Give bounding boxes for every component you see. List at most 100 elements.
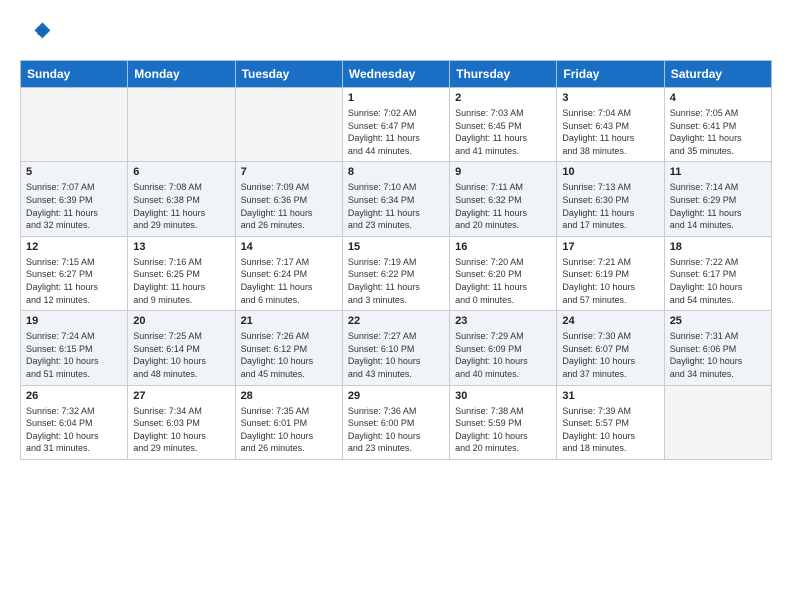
calendar-day-cell: 22 Sunrise: 7:27 AM Sunset: 6:10 PM Dayli… — [342, 311, 449, 385]
logo — [20, 16, 56, 48]
calendar-day-cell: 8 Sunrise: 7:10 AM Sunset: 6:34 PM Daylig… — [342, 162, 449, 236]
day-number: 11 — [670, 166, 766, 178]
day-number: 20 — [133, 315, 229, 327]
day-info: Sunrise: 7:24 AM Sunset: 6:15 PM Dayligh… — [26, 330, 122, 380]
day-number: 7 — [241, 166, 337, 178]
day-info: Sunrise: 7:31 AM Sunset: 6:06 PM Dayligh… — [670, 330, 766, 380]
day-number: 16 — [455, 241, 551, 253]
day-number: 26 — [26, 390, 122, 402]
calendar-day-cell: 15 Sunrise: 7:19 AM Sunset: 6:22 PM Dayli… — [342, 236, 449, 310]
day-info: Sunrise: 7:21 AM Sunset: 6:19 PM Dayligh… — [562, 256, 658, 306]
day-info: Sunrise: 7:30 AM Sunset: 6:07 PM Dayligh… — [562, 330, 658, 380]
day-info: Sunrise: 7:19 AM Sunset: 6:22 PM Dayligh… — [348, 256, 444, 306]
calendar-header-row: SundayMondayTuesdayWednesdayThursdayFrid… — [21, 61, 772, 88]
day-info: Sunrise: 7:02 AM Sunset: 6:47 PM Dayligh… — [348, 107, 444, 157]
calendar-day-cell: 17 Sunrise: 7:21 AM Sunset: 6:19 PM Dayli… — [557, 236, 664, 310]
day-number: 10 — [562, 166, 658, 178]
day-info: Sunrise: 7:26 AM Sunset: 6:12 PM Dayligh… — [241, 330, 337, 380]
day-number: 9 — [455, 166, 551, 178]
day-number: 24 — [562, 315, 658, 327]
day-info: Sunrise: 7:17 AM Sunset: 6:24 PM Dayligh… — [241, 256, 337, 306]
day-number: 31 — [562, 390, 658, 402]
day-info: Sunrise: 7:34 AM Sunset: 6:03 PM Dayligh… — [133, 405, 229, 455]
weekday-header: Friday — [557, 61, 664, 88]
day-info: Sunrise: 7:08 AM Sunset: 6:38 PM Dayligh… — [133, 181, 229, 231]
day-number: 5 — [26, 166, 122, 178]
day-number: 17 — [562, 241, 658, 253]
day-info: Sunrise: 7:03 AM Sunset: 6:45 PM Dayligh… — [455, 107, 551, 157]
calendar-table: SundayMondayTuesdayWednesdayThursdayFrid… — [20, 60, 772, 460]
calendar-day-cell: 12 Sunrise: 7:15 AM Sunset: 6:27 PM Dayli… — [21, 236, 128, 310]
day-number: 1 — [348, 92, 444, 104]
calendar-day-cell: 31 Sunrise: 7:39 AM Sunset: 5:57 PM Dayli… — [557, 385, 664, 459]
calendar-day-cell: 5 Sunrise: 7:07 AM Sunset: 6:39 PM Daylig… — [21, 162, 128, 236]
day-number: 3 — [562, 92, 658, 104]
calendar-day-cell: 21 Sunrise: 7:26 AM Sunset: 6:12 PM Dayli… — [235, 311, 342, 385]
weekday-header: Saturday — [664, 61, 771, 88]
day-info: Sunrise: 7:15 AM Sunset: 6:27 PM Dayligh… — [26, 256, 122, 306]
calendar-day-cell — [235, 88, 342, 162]
calendar-day-cell: 27Sunrise: 7:34 AM Sunset: 6:03 PM Dayli… — [128, 385, 235, 459]
day-number: 28 — [241, 390, 337, 402]
calendar-day-cell: 13Sunrise: 7:16 AM Sunset: 6:25 PM Dayli… — [128, 236, 235, 310]
day-info: Sunrise: 7:38 AM Sunset: 5:59 PM Dayligh… — [455, 405, 551, 455]
day-number: 14 — [241, 241, 337, 253]
calendar-day-cell: 2 Sunrise: 7:03 AM Sunset: 6:45 PM Daylig… — [450, 88, 557, 162]
day-number: 21 — [241, 315, 337, 327]
calendar-day-cell: 9 Sunrise: 7:11 AM Sunset: 6:32 PM Daylig… — [450, 162, 557, 236]
day-info: Sunrise: 7:14 AM Sunset: 6:29 PM Dayligh… — [670, 181, 766, 231]
weekday-header: Thursday — [450, 61, 557, 88]
day-info: Sunrise: 7:29 AM Sunset: 6:09 PM Dayligh… — [455, 330, 551, 380]
calendar-day-cell: 25 Sunrise: 7:31 AM Sunset: 6:06 PM Dayli… — [664, 311, 771, 385]
day-info: Sunrise: 7:11 AM Sunset: 6:32 PM Dayligh… — [455, 181, 551, 231]
logo-icon — [20, 16, 52, 48]
calendar-day-cell: 6 Sunrise: 7:08 AM Sunset: 6:38 PM Daylig… — [128, 162, 235, 236]
calendar-day-cell: 28Sunrise: 7:35 AM Sunset: 6:01 PM Dayli… — [235, 385, 342, 459]
calendar-day-cell: 7 Sunrise: 7:09 AM Sunset: 6:36 PM Daylig… — [235, 162, 342, 236]
day-info: Sunrise: 7:10 AM Sunset: 6:34 PM Dayligh… — [348, 181, 444, 231]
day-number: 6 — [133, 166, 229, 178]
day-info: Sunrise: 7:09 AM Sunset: 6:36 PM Dayligh… — [241, 181, 337, 231]
calendar-day-cell: 4 Sunrise: 7:05 AM Sunset: 6:41 PM Daylig… — [664, 88, 771, 162]
weekday-header: Tuesday — [235, 61, 342, 88]
day-number: 12 — [26, 241, 122, 253]
calendar-day-cell: 23 Sunrise: 7:29 AM Sunset: 6:09 PM Dayli… — [450, 311, 557, 385]
day-info: Sunrise: 7:05 AM Sunset: 6:41 PM Dayligh… — [670, 107, 766, 157]
day-number: 22 — [348, 315, 444, 327]
day-number: 2 — [455, 92, 551, 104]
header — [20, 16, 772, 48]
day-info: Sunrise: 7:39 AM Sunset: 5:57 PM Dayligh… — [562, 405, 658, 455]
calendar-day-cell: 18 Sunrise: 7:22 AM Sunset: 6:17 PM Dayli… — [664, 236, 771, 310]
day-number: 25 — [670, 315, 766, 327]
calendar-day-cell: 10 Sunrise: 7:13 AM Sunset: 6:30 PM Dayli… — [557, 162, 664, 236]
day-info: Sunrise: 7:32 AM Sunset: 6:04 PM Dayligh… — [26, 405, 122, 455]
weekday-header: Wednesday — [342, 61, 449, 88]
calendar-day-cell: 24 Sunrise: 7:30 AM Sunset: 6:07 PM Dayli… — [557, 311, 664, 385]
calendar-day-cell: 11 Sunrise: 7:14 AM Sunset: 6:29 PM Dayli… — [664, 162, 771, 236]
calendar-day-cell: 29Sunrise: 7:36 AM Sunset: 6:00 PM Dayli… — [342, 385, 449, 459]
day-number: 18 — [670, 241, 766, 253]
day-info: Sunrise: 7:16 AM Sunset: 6:25 PM Dayligh… — [133, 256, 229, 306]
day-number: 23 — [455, 315, 551, 327]
calendar-container: SundayMondayTuesdayWednesdayThursdayFrid… — [0, 0, 792, 470]
day-number: 4 — [670, 92, 766, 104]
day-number: 15 — [348, 241, 444, 253]
day-info: Sunrise: 7:27 AM Sunset: 6:10 PM Dayligh… — [348, 330, 444, 380]
day-number: 19 — [26, 315, 122, 327]
weekday-header: Monday — [128, 61, 235, 88]
calendar-day-cell — [664, 385, 771, 459]
calendar-week-row: 5 Sunrise: 7:07 AM Sunset: 6:39 PM Daylig… — [21, 162, 772, 236]
day-info: Sunrise: 7:04 AM Sunset: 6:43 PM Dayligh… — [562, 107, 658, 157]
calendar-week-row: 26 Sunrise: 7:32 AM Sunset: 6:04 PM Dayli… — [21, 385, 772, 459]
day-info: Sunrise: 7:13 AM Sunset: 6:30 PM Dayligh… — [562, 181, 658, 231]
day-info: Sunrise: 7:07 AM Sunset: 6:39 PM Dayligh… — [26, 181, 122, 231]
calendar-day-cell: 3 Sunrise: 7:04 AM Sunset: 6:43 PM Daylig… — [557, 88, 664, 162]
day-info: Sunrise: 7:36 AM Sunset: 6:00 PM Dayligh… — [348, 405, 444, 455]
calendar-day-cell: 16 Sunrise: 7:20 AM Sunset: 6:20 PM Dayli… — [450, 236, 557, 310]
calendar-week-row: 19 Sunrise: 7:24 AM Sunset: 6:15 PM Dayli… — [21, 311, 772, 385]
calendar-day-cell: 26 Sunrise: 7:32 AM Sunset: 6:04 PM Dayli… — [21, 385, 128, 459]
day-info: Sunrise: 7:20 AM Sunset: 6:20 PM Dayligh… — [455, 256, 551, 306]
day-info: Sunrise: 7:22 AM Sunset: 6:17 PM Dayligh… — [670, 256, 766, 306]
calendar-day-cell — [128, 88, 235, 162]
day-number: 8 — [348, 166, 444, 178]
